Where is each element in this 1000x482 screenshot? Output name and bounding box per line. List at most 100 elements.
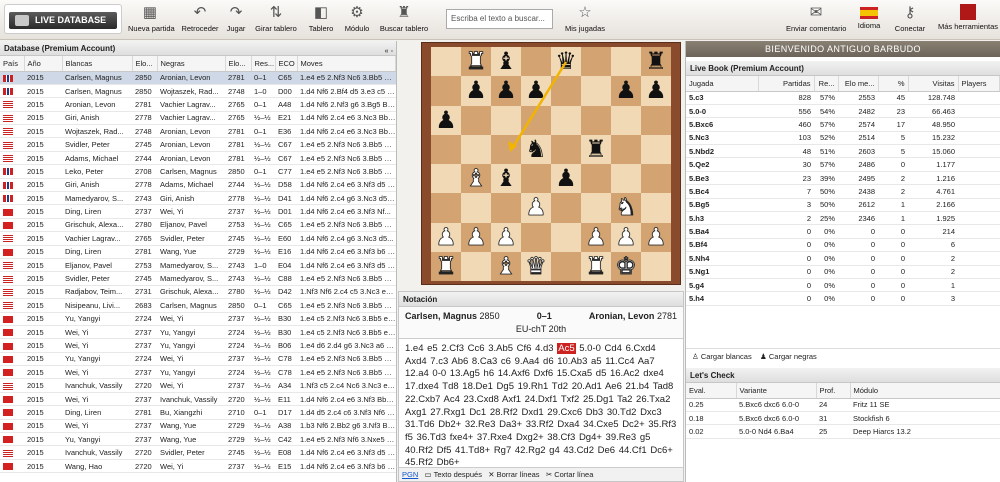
table-row[interactable]: 2015 Eljanov, Pavel 2753 Mamedyarov, S... 27… [0, 258, 396, 273]
board-square[interactable] [551, 222, 581, 252]
load-black-button[interactable]: Cargar negras [769, 352, 817, 361]
table-row[interactable]: 2015 Ding, Liren 2781 Bu, Xiangzhi 2710 0–1 D1… [0, 405, 396, 420]
black-piece-icon[interactable]: ♟ [615, 76, 637, 104]
table-row[interactable]: 2015 Adams, Michael 2744 Aronian, Levon 2781… [0, 151, 396, 166]
table-row[interactable]: 2015 Svidler, Peter 2745 Mamedyarov, S... 27… [0, 271, 396, 286]
send-feedback-button[interactable]: ✉ Enviar comentario [786, 0, 846, 40]
black-piece-icon[interactable]: ♛ [555, 47, 577, 75]
table-row[interactable]: 2015 Yu, Yangyi 2724 Wei, Yi 2737 ½–½ B30 1.e4 … [0, 312, 396, 326]
panel-window-buttons[interactable]: « ▫ [385, 44, 393, 59]
board-square[interactable] [551, 193, 581, 223]
white-piece-icon[interactable]: ♚ [615, 251, 637, 280]
column-header[interactable]: Año [24, 56, 63, 72]
flip-board-button[interactable]: ⇅ Girar tablero [254, 0, 298, 40]
board-square[interactable] [581, 76, 611, 106]
board-square[interactable] [521, 47, 551, 77]
board-square[interactable]: ♟ [521, 76, 551, 106]
board-square[interactable]: ♜ [461, 47, 491, 77]
board-square[interactable] [461, 105, 491, 135]
white-piece-icon[interactable]: ♟ [645, 222, 667, 251]
move-list[interactable]: 1.e4 e5 2.Cf3 Cc6 3.Ab5 Cf6 4.d3 Ac5 5.0… [399, 339, 683, 467]
board-square[interactable]: ♟ [431, 222, 461, 252]
board-square[interactable]: ♟ [491, 222, 521, 252]
table-row[interactable]: 5.Bg5 3 50% 2612 1 2.166 [686, 198, 1000, 213]
table-row[interactable]: 2015 Wei, Yi 2737 Ivanchuk, Vassily 2720 ½–½ E… [0, 392, 396, 407]
board-square[interactable] [611, 105, 641, 135]
board-square[interactable] [611, 134, 641, 164]
board-square[interactable]: ♜ [581, 134, 611, 164]
table-row[interactable]: 5.Nh4 0 0% 0 0 2 [686, 251, 1000, 266]
white-piece-icon[interactable]: ♛ [525, 251, 547, 280]
board-square[interactable] [491, 193, 521, 223]
table-row[interactable]: 2015 Ding, Liren 2781 Wang, Yue 2729 ½–½ E16 1.… [0, 245, 396, 259]
column-header[interactable]: Moves [297, 56, 396, 72]
column-header[interactable]: Partidas [758, 76, 815, 92]
black-piece-icon[interactable]: ♞ [525, 135, 547, 163]
board-square[interactable]: ♜ [431, 251, 461, 281]
black-piece-icon[interactable]: ♟ [645, 76, 667, 104]
table-row[interactable]: 5.Qe2 30 57% 2486 0 1.177 [686, 157, 1000, 172]
table-row[interactable]: 2015 Yu, Yangyi 2724 Wei, Yi 2737 ½–½ C78 1.e4 … [0, 352, 396, 367]
my-moves-button[interactable]: ☆ Mis jugadas [562, 0, 608, 40]
board-square[interactable] [611, 164, 641, 194]
column-header[interactable]: Re... [814, 76, 839, 92]
table-row[interactable]: 5.Nc3 103 52% 2514 5 15.232 [686, 131, 1000, 146]
board-square[interactable]: ♟ [461, 222, 491, 252]
table-row[interactable]: 5.Be3 23 39% 2495 2 1.216 [686, 171, 1000, 186]
black-piece-icon[interactable]: ♜ [645, 47, 667, 75]
cut-line-button[interactable]: Cortar línea [554, 470, 593, 479]
board-square[interactable]: ♟ [611, 222, 641, 252]
table-row[interactable]: 2015 Giri, Anish 2778 Adams, Michael 2744 ½–½… [0, 178, 396, 193]
language-button[interactable]: Idioma [855, 0, 883, 40]
pgn-button[interactable]: PGN [402, 470, 418, 479]
table-row[interactable]: 2015 Wojtaszek, Rad... 2748 Aronian, Levon 2… [0, 124, 396, 139]
column-header[interactable]: Res... [251, 56, 276, 72]
table-row[interactable]: 2015 Carlsen, Magnus 2850 Aronian, Levon 278… [0, 71, 396, 85]
board-square[interactable] [641, 193, 671, 223]
table-row[interactable]: 0.25 5.Bxc6 dxc6 6.0-0 24 Fritz 11 SE [686, 398, 1000, 412]
table-row[interactable]: 5.Ng1 0 0% 0 0 2 [686, 265, 1000, 279]
board-square[interactable] [551, 251, 581, 281]
table-row[interactable]: 2015 Wei, Yi 2737 Yu, Yangyi 2724 ½–½ B06 1.e4 … [0, 338, 396, 353]
board-square[interactable]: ♝ [491, 251, 521, 281]
play-button[interactable]: ↷ Jugar [222, 0, 250, 40]
board-square[interactable]: ♜ [581, 251, 611, 281]
board-square[interactable]: ♟ [551, 164, 581, 194]
new-game-button[interactable]: ▦ Nueva partida [128, 0, 175, 40]
black-piece-icon[interactable]: ♜ [585, 135, 607, 163]
table-row[interactable]: 2015 Mamedyarov, S... 2743 Giri, Anish 2778 ½… [0, 191, 396, 206]
board-square[interactable] [641, 134, 671, 164]
board-square[interactable]: ♟ [641, 76, 671, 106]
board-square[interactable] [581, 47, 611, 77]
column-header[interactable]: Negras [157, 56, 226, 72]
delete-lines-button[interactable]: Borrar líneas [497, 470, 540, 479]
table-row[interactable]: 2015 Leko, Peter 2708 Carlsen, Magnus 2850 0–… [0, 164, 396, 179]
column-header[interactable]: Elo... [132, 56, 158, 72]
table-row[interactable]: 2015 Wei, Yi 2737 Yu, Yangyi 2724 ½–½ C78 1.e4 … [0, 365, 396, 380]
more-tools-button[interactable]: Más herramientas [937, 0, 999, 40]
table-row[interactable]: 5.Nbd2 48 51% 2603 5 15.060 [686, 144, 1000, 159]
column-header[interactable]: Elo me... [838, 76, 879, 92]
text-after-button[interactable]: Texto después [434, 470, 482, 479]
board-square[interactable] [431, 47, 461, 77]
board-square[interactable]: ♝ [461, 164, 491, 194]
table-row[interactable]: 2015 Radjabov, Teim... 2731 Grischuk, Alexa… [0, 285, 396, 300]
table-row[interactable]: 2015 Ding, Liren 2737 Wei, Yi 2737 ½–½ D01 1.d4… [0, 204, 396, 219]
table-row[interactable]: 2015 Yu, Yangyi 2737 Wang, Yue 2729 ½–½ C42 1.e… [0, 432, 396, 447]
board-square[interactable]: ♝ [491, 164, 521, 194]
board-square[interactable] [551, 76, 581, 106]
column-header[interactable]: País [0, 56, 25, 72]
column-header[interactable]: Módulo [850, 383, 1000, 399]
board-square[interactable] [641, 105, 671, 135]
table-row[interactable]: 2015 Wei, Yi 2737 Yu, Yangyi 2724 ½–½ B30 1.e4 … [0, 325, 396, 340]
table-row[interactable]: 2015 Svidler, Peter 2745 Aronian, Levon 2781… [0, 137, 396, 152]
board-square[interactable] [581, 193, 611, 223]
board-square[interactable]: ♛ [521, 251, 551, 281]
board-square[interactable] [521, 105, 551, 135]
board-square[interactable] [611, 47, 641, 77]
table-row[interactable]: 2015 Carlsen, Magnus 2850 Wojtaszek, Rad...… [0, 84, 396, 99]
black-piece-icon[interactable]: ♟ [435, 106, 457, 134]
board-square[interactable] [581, 164, 611, 194]
current-move[interactable]: Ac5 [557, 343, 576, 354]
white-piece-icon[interactable]: ♞ [615, 193, 637, 222]
